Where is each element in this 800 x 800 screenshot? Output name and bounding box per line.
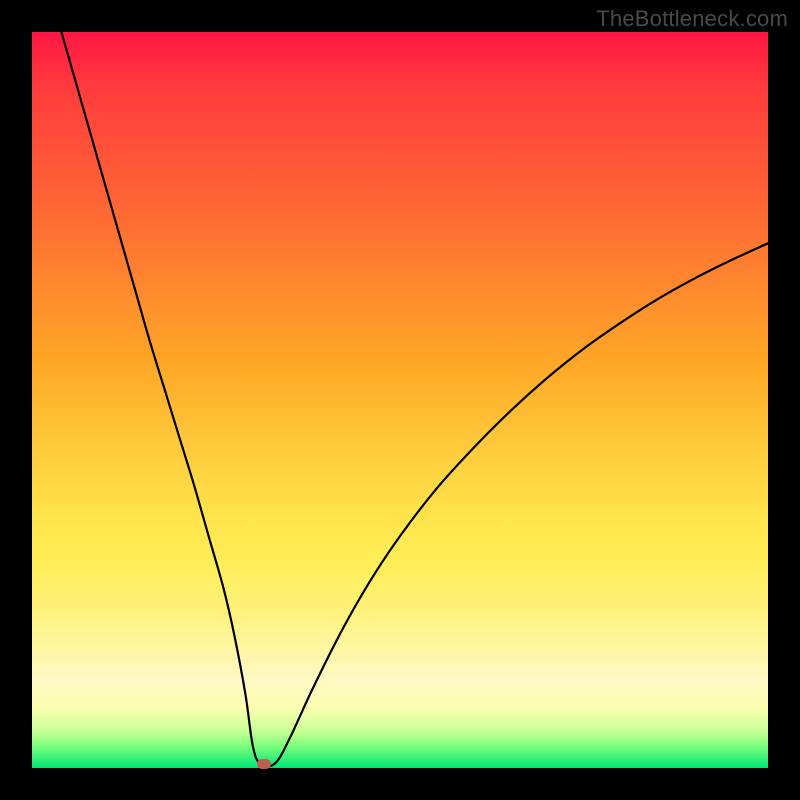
bottleneck-curve [32, 32, 768, 768]
plot-area [32, 32, 768, 768]
attribution-watermark: TheBottleneck.com [596, 6, 788, 32]
optimal-point-marker [257, 759, 271, 769]
chart-container: TheBottleneck.com [0, 0, 800, 800]
